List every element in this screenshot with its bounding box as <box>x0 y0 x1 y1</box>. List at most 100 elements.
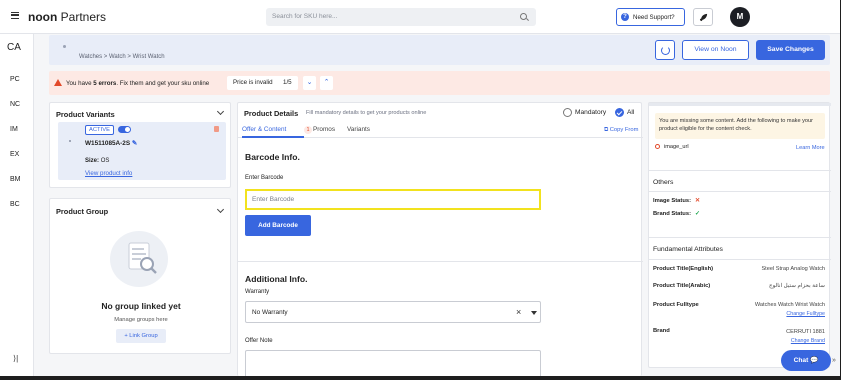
mandatory-label[interactable]: Mandatory <box>575 109 606 116</box>
change-brand-link[interactable]: Change Brand <box>791 338 825 344</box>
rail-item-ca[interactable]: CA <box>0 42 31 53</box>
home-icon[interactable] <box>63 45 66 48</box>
missing-item: image_url <box>655 144 689 150</box>
current-error[interactable]: Price is invalid <box>233 79 273 86</box>
section-divider <box>238 261 643 262</box>
rail-item-nc[interactable]: NC <box>0 101 34 108</box>
error-position: 1/5 <box>283 79 292 86</box>
help-icon: ? <box>621 13 629 21</box>
dropdown-arrow-icon[interactable] <box>531 311 537 315</box>
others-title: Others <box>653 179 674 186</box>
error-pager: Price is invalid 1/5 <box>227 76 298 90</box>
panel-divider <box>649 259 831 260</box>
panel-header-strip <box>649 103 831 106</box>
all-radio[interactable] <box>615 108 624 117</box>
view-product-info-link[interactable]: View product info <box>85 170 132 177</box>
active-tab-indicator <box>242 136 304 138</box>
noon-partners-logo[interactable]: noon Partners <box>28 10 106 24</box>
barcode-field-label: Enter Barcode <box>245 175 284 181</box>
chevron-up-icon[interactable] <box>216 107 225 116</box>
tab-variants[interactable]: Variants <box>347 126 370 133</box>
breadcrumb[interactable]: Watches > Watch > Wrist Watch <box>79 54 165 60</box>
details-tabs: Offer & Content 1 Promos Variants ⧉ Copy… <box>238 124 643 138</box>
history-icon <box>661 46 670 55</box>
next-error-button[interactable]: ⌄ <box>303 76 316 90</box>
warranty-select[interactable]: No Warranty × <box>245 301 541 323</box>
additional-section-title: Additional Info. <box>245 274 308 284</box>
delete-icon[interactable] <box>214 126 219 132</box>
error-circle-icon <box>655 144 660 149</box>
edit-icon[interactable]: ✎ <box>132 140 137 147</box>
rail-item-bm[interactable]: BM <box>0 176 34 183</box>
attr-value: Watches Watch Wrist Watch <box>754 302 825 308</box>
attr-label: Product Fulltype <box>653 302 699 308</box>
drag-handle-icon[interactable] <box>69 140 71 142</box>
search-icon[interactable] <box>520 13 527 20</box>
empty-group-illustration <box>110 231 168 287</box>
panel-divider <box>649 191 831 192</box>
top-bar: noon Partners Search for SKU here... ? N… <box>0 0 840 34</box>
chat-button[interactable]: Chat 💬 <box>781 350 831 371</box>
fundamental-attributes-title: Fundamental Attributes <box>653 246 723 253</box>
add-barcode-button[interactable]: Add Barcode <box>245 215 311 236</box>
active-toggle[interactable] <box>118 126 131 133</box>
user-avatar[interactable]: M <box>730 7 750 27</box>
rail-item-pc[interactable]: PC <box>0 76 34 83</box>
variant-sku: W1511085A-2S ✎ <box>85 140 138 147</box>
mandatory-radio[interactable] <box>563 108 572 117</box>
content-check-panel: You are missing some content. Add the fo… <box>648 102 831 368</box>
clear-icon[interactable]: × <box>516 307 521 317</box>
brand-status: Brand Status: ✓ <box>653 211 700 217</box>
all-label[interactable]: All <box>627 109 634 116</box>
no-group-title: No group linked yet <box>101 301 181 311</box>
need-support-button[interactable]: ? Need Support? <box>616 8 685 26</box>
attr-value: Steel Strap Analog Watch <box>761 266 825 272</box>
change-fulltype-link[interactable]: Change Fulltype <box>786 311 825 317</box>
product-variants-title: Product Variants <box>56 110 115 119</box>
offer-note-label: Offer Note <box>245 338 273 344</box>
menu-icon[interactable] <box>11 12 19 19</box>
panel-divider <box>649 237 831 238</box>
cross-icon: ✕ <box>695 198 700 204</box>
warning-icon <box>54 79 62 86</box>
variant-size: Size: OS <box>85 158 110 164</box>
rail-item-bc[interactable]: BC <box>0 201 34 208</box>
attr-label: Product Title(English) <box>653 266 714 272</box>
product-details-title: Product Details <box>244 109 299 118</box>
image-status: Image Status: ✕ <box>653 198 700 204</box>
error-message: You have 5 errors. Fix them and get your… <box>66 80 210 87</box>
panel-divider <box>649 170 831 171</box>
product-variants-card: Product Variants ACTIVE W1511085A-2S ✎ S… <box>49 102 231 188</box>
offer-note-input[interactable] <box>245 350 541 376</box>
attr-label: Brand <box>653 328 670 334</box>
warranty-label: Warranty <box>245 289 270 295</box>
expand-arrow-icon[interactable]: » <box>832 357 836 364</box>
copy-from-link[interactable]: ⧉ Copy From <box>604 127 638 134</box>
attr-label: Product Title(Arabic) <box>653 283 711 289</box>
attr-value: ساعة بحزام ستيل انالوج <box>769 283 825 289</box>
error-banner: You have 5 errors. Fix them and get your… <box>49 71 830 95</box>
learn-more-link[interactable]: Learn More <box>796 145 825 151</box>
product-group-title: Product Group <box>56 207 109 216</box>
history-button[interactable] <box>655 40 675 60</box>
action-bar: Watches > Watch > Wrist Watch View on No… <box>49 35 830 65</box>
save-changes-button[interactable]: Save Changes <box>756 40 825 60</box>
view-on-noon-button[interactable]: View on Noon <box>682 40 749 60</box>
link-group-button[interactable]: + Link Group <box>116 329 166 343</box>
chevron-down-icon[interactable] <box>216 205 225 214</box>
rail-item-ex[interactable]: EX <box>0 151 34 158</box>
variant-item[interactable]: ACTIVE W1511085A-2S ✎ Size: OS View prod… <box>58 122 226 180</box>
tab-promos[interactable]: Promos <box>313 126 335 133</box>
check-icon: ✓ <box>695 211 700 217</box>
warranty-value: No Warranty <box>252 309 288 316</box>
rocket-button[interactable] <box>693 8 713 26</box>
barcode-input[interactable] <box>245 189 541 210</box>
search-input[interactable]: Search for SKU here... <box>272 13 337 20</box>
tab-offer-content[interactable]: Offer & Content <box>242 126 286 133</box>
product-details-subtitle: Fill mandatory details to get your produ… <box>306 110 427 116</box>
rail-item-im[interactable]: IM <box>0 126 34 133</box>
collapse-rail-icon[interactable]: ⟩| <box>13 354 18 363</box>
rocket-icon <box>699 13 708 22</box>
search-bar[interactable]: Search for SKU here... <box>266 8 536 26</box>
previous-error-button[interactable]: ⌃ <box>320 76 333 90</box>
